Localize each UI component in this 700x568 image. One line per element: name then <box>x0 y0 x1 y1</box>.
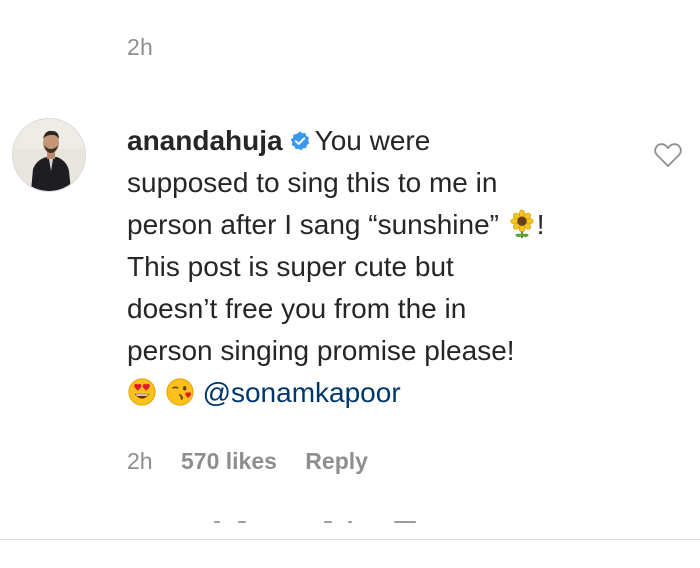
comment-first-line: anandahuja You were <box>127 120 627 162</box>
cut-off-next-line <box>200 517 440 525</box>
comment-timestamp: 2h <box>127 448 153 474</box>
comment-text-line-1: You were <box>314 125 431 156</box>
reply-button[interactable]: Reply <box>305 448 368 474</box>
comment-meta: 2h 570 likes Reply <box>127 448 390 475</box>
avatar-photo <box>13 119 85 191</box>
comment-body: anandahuja You were supposed to sing thi… <box>127 120 627 414</box>
comment-line-3: person after I sang “sunshine” ! <box>127 204 627 246</box>
comment-emoji-mention-line: @sonamkapoor <box>127 372 627 414</box>
sunflower-emoji <box>510 209 534 239</box>
comment-text-line-4: This post is super cute but <box>127 251 454 282</box>
like-heart-icon[interactable] <box>653 141 683 169</box>
comment-username[interactable]: anandahuja <box>127 125 283 156</box>
kissing-winking-emoji <box>166 378 194 406</box>
comment-text-line-6: person singing promise please! <box>127 335 515 366</box>
mention-link[interactable]: @sonamkapoor <box>203 377 401 408</box>
likes-count[interactable]: 570 likes <box>181 448 277 474</box>
heart-eyes-emoji <box>128 378 156 406</box>
avatar[interactable] <box>12 118 86 192</box>
comment-text-line-5: doesn’t free you from the in <box>127 293 467 324</box>
verified-badge-icon <box>290 131 309 151</box>
comment-text-line-2: supposed to sing this to me in <box>127 167 498 198</box>
divider <box>0 539 700 540</box>
previous-comment-timestamp: 2h <box>127 34 153 60</box>
comment-exclamation: ! <box>536 209 545 240</box>
comment-text-line-3: person after I sang “sunshine” <box>127 209 507 240</box>
